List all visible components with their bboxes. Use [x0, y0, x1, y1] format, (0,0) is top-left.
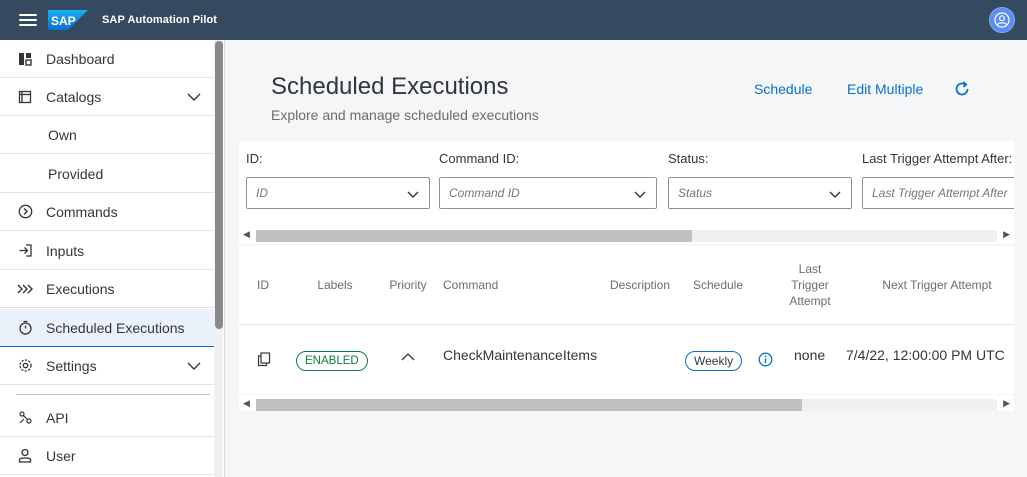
table-horizontal-scrollbar[interactable]: ◀ ▶ — [239, 395, 1014, 411]
avatar[interactable] — [989, 7, 1015, 33]
chevron-down-icon[interactable] — [634, 188, 646, 200]
sidebar-item-label: Provided — [48, 165, 104, 182]
svg-text:SAP: SAP — [51, 14, 76, 28]
command-cell: CheckMaintenanceItems — [443, 347, 598, 363]
chevron-down-icon[interactable] — [829, 188, 841, 200]
sidebar-item-own[interactable]: Own — [0, 116, 214, 154]
sidebar-item-label: Executions — [46, 280, 115, 297]
sidebar-item-provided[interactable]: Provided — [0, 155, 214, 193]
api-icon — [17, 410, 33, 426]
executions-icon — [17, 281, 33, 297]
command-id-filter-select[interactable]: Command ID — [439, 177, 657, 209]
filter-label-status: Status: — [668, 151, 709, 166]
filter-label-command-id: Command ID: — [439, 151, 520, 166]
column-header-schedule[interactable]: Schedule — [689, 277, 747, 293]
filter-label-id: ID: — [246, 151, 263, 166]
id-filter-select[interactable]: ID — [246, 177, 430, 209]
select-placeholder: Status — [678, 186, 713, 200]
sidebar-item-scheduled-executions[interactable]: Scheduled Executions — [0, 309, 214, 347]
input-placeholder: Last Trigger Attempt After — [872, 186, 1008, 200]
last-trigger-filter-input[interactable]: Last Trigger Attempt After — [862, 177, 1014, 209]
schedule-badge[interactable]: Weekly — [685, 351, 743, 371]
status-badge: ENABLED — [296, 351, 368, 371]
column-header-description[interactable]: Description — [605, 277, 675, 293]
app-title: SAP Automation Pilot — [102, 14, 218, 26]
scheduled-executions-table: ID Labels Priority Command Description S… — [239, 246, 1014, 394]
catalog-icon — [17, 89, 33, 105]
edit-multiple-button[interactable]: Edit Multiple — [847, 81, 923, 97]
sidebar-item-dashboard[interactable]: Dashboard — [0, 40, 214, 78]
sidebar-item-inputs[interactable]: Inputs — [0, 232, 214, 270]
column-header-labels[interactable]: Labels — [305, 277, 365, 293]
nav-divider — [16, 394, 210, 395]
sidebar-item-label: Inputs — [46, 242, 85, 259]
scroll-left-icon[interactable]: ◀ — [243, 398, 250, 409]
refresh-icon[interactable] — [953, 80, 971, 98]
sap-logo: SAP — [48, 10, 88, 30]
page-subtitle: Explore and manage scheduled executions — [271, 107, 539, 123]
sidebar-scrollbar[interactable] — [214, 40, 223, 477]
scroll-left-icon[interactable]: ◀ — [243, 229, 250, 240]
sidebar-item-settings[interactable]: Settings — [0, 347, 214, 385]
dashboard-icon — [17, 51, 33, 67]
timer-icon — [17, 320, 33, 336]
sidebar-item-catalogs[interactable]: Catalogs — [0, 78, 214, 116]
scroll-right-icon[interactable]: ▶ — [1003, 229, 1010, 240]
sidebar-item-api[interactable]: API — [0, 399, 214, 437]
sidebar-item-label: Dashboard — [46, 50, 115, 67]
menu-icon[interactable] — [19, 14, 37, 26]
sidebar-item-label: Settings — [46, 357, 97, 374]
copy-icon[interactable] — [257, 352, 271, 367]
scrollbar-thumb[interactable] — [215, 41, 223, 329]
sidebar-item-commands[interactable]: Commands — [0, 193, 214, 231]
column-header-id[interactable]: ID — [253, 277, 273, 293]
select-placeholder: ID — [256, 186, 268, 200]
column-header-priority[interactable]: Priority — [385, 277, 431, 293]
user-icon — [17, 448, 33, 464]
sidebar-item-label: API — [46, 409, 69, 426]
filter-horizontal-scrollbar[interactable]: ◀ ▶ — [239, 226, 1014, 242]
settings-icon — [17, 358, 33, 374]
table-header-divider — [239, 324, 1014, 325]
chevron-down-icon[interactable] — [407, 188, 419, 200]
scroll-right-icon[interactable]: ▶ — [1003, 398, 1010, 409]
last-trigger-cell: none — [794, 347, 826, 363]
column-header-last-trigger[interactable]: Last Trigger Attempt — [780, 261, 840, 309]
sidebar-item-label: Catalogs — [46, 88, 102, 105]
sidebar-item-executions[interactable]: Executions — [0, 270, 214, 308]
input-icon — [17, 243, 33, 259]
page-title: Scheduled Executions — [271, 73, 509, 100]
chevron-up-icon — [401, 353, 415, 361]
user-avatar-icon — [994, 12, 1010, 28]
scrollbar-thumb[interactable] — [256, 230, 692, 242]
status-filter-select[interactable]: Status — [668, 177, 852, 209]
select-placeholder: Command ID — [449, 186, 520, 200]
main-content: Scheduled Executions Explore and manage … — [226, 40, 1027, 477]
schedule-button[interactable]: Schedule — [754, 81, 812, 97]
chevron-down-icon[interactable] — [187, 359, 201, 373]
column-header-command[interactable]: Command — [443, 277, 499, 293]
info-icon[interactable] — [758, 352, 773, 367]
command-icon — [17, 204, 33, 220]
scrollbar-thumb[interactable] — [256, 399, 802, 411]
chevron-down-icon[interactable] — [187, 90, 201, 104]
sidebar-item-label: Scheduled Executions — [46, 319, 185, 336]
sidebar-item-label: User — [46, 447, 76, 464]
sidebar-item-label: Commands — [46, 203, 118, 220]
column-header-next-trigger[interactable]: Next Trigger Attempt — [867, 277, 1007, 293]
sidebar-item-label: Own — [48, 126, 77, 143]
sidebar-item-user[interactable]: User — [0, 437, 214, 475]
shell-bar: SAP SAP Automation Pilot — [0, 0, 1027, 40]
filter-label-last-trigger: Last Trigger Attempt After: — [862, 151, 1013, 166]
next-trigger-cell: 7/4/22, 12:00:00 PM UTC — [846, 347, 1005, 363]
side-navigation: Dashboard Catalogs Own Provided Commands… — [0, 40, 225, 477]
